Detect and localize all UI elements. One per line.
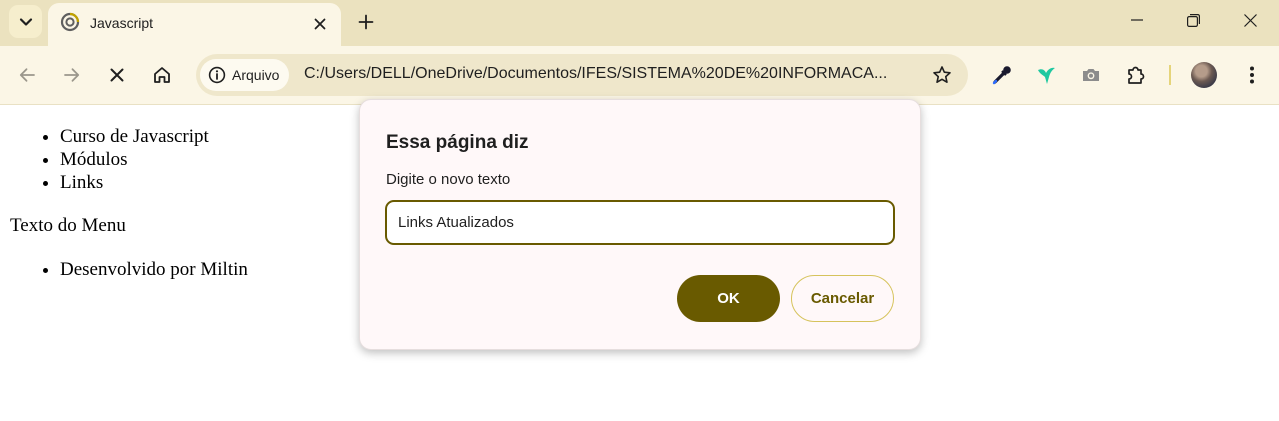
close-window-button[interactable] — [1221, 0, 1279, 40]
bookmark-button[interactable] — [930, 63, 954, 87]
stop-loading-button[interactable] — [101, 59, 133, 91]
star-icon — [933, 66, 951, 83]
dialog-message: Digite o novo texto — [386, 171, 511, 188]
list-item: Links — [60, 171, 209, 194]
list-item: Desenvolvido por Miltin — [60, 258, 248, 281]
forward-button[interactable] — [56, 59, 88, 91]
menu-button[interactable] — [1236, 59, 1268, 91]
color-picker-extension-button[interactable] — [986, 59, 1018, 91]
puzzle-icon — [1128, 66, 1145, 84]
footer-list: Desenvolvido por Miltin — [0, 258, 248, 281]
home-button[interactable] — [146, 59, 178, 91]
eyedropper-icon — [992, 66, 1011, 85]
toolbar-divider — [1169, 65, 1171, 85]
address-bar[interactable]: Arquivo C:/Users/DELL/OneDrive/Documento… — [196, 54, 968, 96]
more-vertical-icon — [1250, 66, 1254, 84]
profile-avatar[interactable] — [1191, 62, 1217, 88]
arrow-left-icon — [19, 68, 35, 82]
cancel-button[interactable]: Cancelar — [791, 275, 894, 322]
list-item: Curso de Javascript — [60, 125, 209, 148]
screenshot-extension-button[interactable] — [1075, 59, 1107, 91]
back-button[interactable] — [11, 59, 43, 91]
plus-icon — [358, 14, 374, 30]
arrow-right-icon — [64, 68, 80, 82]
close-icon — [110, 68, 124, 82]
dialog-title: Essa página diz — [386, 132, 529, 153]
bird-icon — [1038, 67, 1055, 84]
prompt-dialog: Essa página diz Digite o novo texto OK C… — [359, 99, 921, 350]
prompt-input[interactable] — [385, 200, 895, 245]
tab-search-button[interactable] — [9, 5, 42, 38]
info-icon — [208, 66, 226, 84]
close-icon — [314, 18, 326, 30]
restore-icon — [1186, 13, 1200, 27]
list-item: Módulos — [60, 148, 209, 171]
site-chip-label: Arquivo — [232, 67, 280, 83]
tab-strip: Javascript — [0, 0, 1279, 46]
camera-icon — [1083, 69, 1099, 81]
minimize-button[interactable] — [1108, 0, 1166, 40]
home-icon — [154, 67, 170, 83]
close-icon — [1243, 13, 1257, 27]
bird-extension-button[interactable] — [1030, 59, 1062, 91]
site-info-chip[interactable]: Arquivo — [200, 59, 290, 91]
browser-toolbar: Arquivo C:/Users/DELL/OneDrive/Documento… — [0, 46, 1279, 105]
menu-list: Curso de Javascript Módulos Links — [0, 125, 209, 194]
tab-title: Javascript — [90, 15, 154, 31]
menu-text: Texto do Menu — [10, 215, 126, 236]
tab-javascript[interactable]: Javascript — [48, 3, 341, 46]
url-text[interactable]: C:/Users/DELL/OneDrive/Documentos/IFES/S… — [304, 65, 887, 83]
tab-close-button[interactable] — [308, 12, 332, 36]
ok-button[interactable]: OK — [677, 275, 780, 322]
minimize-icon — [1131, 19, 1143, 21]
extensions-button[interactable] — [1120, 59, 1152, 91]
chevron-down-icon — [19, 17, 32, 26]
new-tab-button[interactable] — [352, 8, 380, 36]
restore-button[interactable] — [1164, 0, 1222, 40]
globe-icon — [60, 12, 80, 32]
